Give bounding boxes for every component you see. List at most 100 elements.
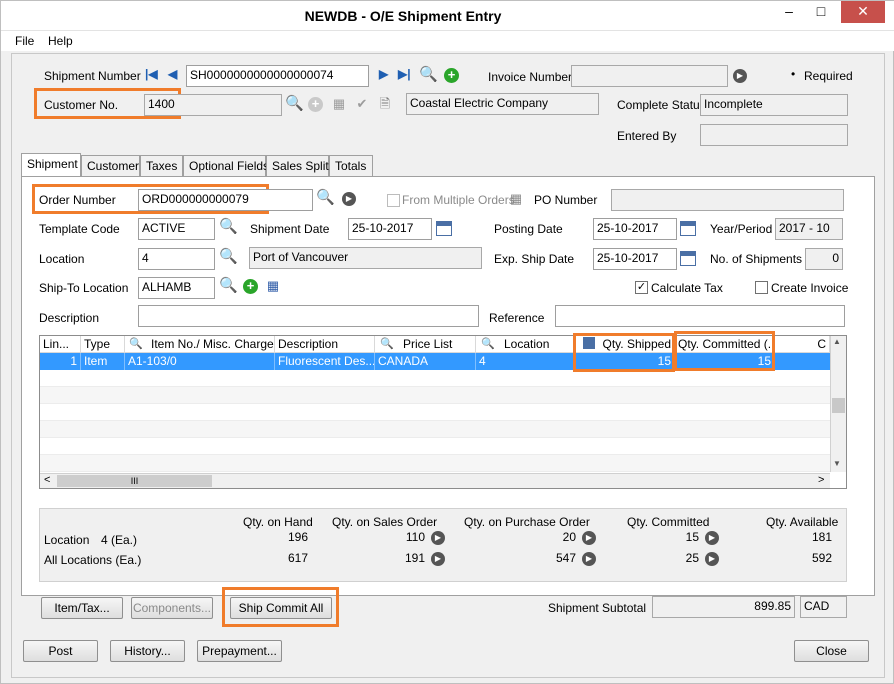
quantity-summary — [39, 508, 847, 582]
create-invoice-checkbox[interactable] — [755, 281, 768, 294]
cell-item: A1-103/0 — [125, 353, 275, 370]
tab-shipment[interactable]: Shipment — [21, 153, 81, 176]
customer-no-field: 1400 — [144, 94, 282, 116]
calendar-icon[interactable] — [436, 221, 452, 236]
document-icon: 🗎 — [379, 96, 391, 111]
posting-date-label: Posting Date — [494, 222, 563, 236]
template-code-input[interactable]: ACTIVE — [138, 218, 215, 240]
horizontal-scrollbar[interactable]: < III > — [40, 473, 830, 488]
application-window: NEWDB - O/E Shipment Entry – □ ✕ File He… — [0, 0, 894, 684]
cell-type: Item — [81, 353, 125, 370]
scroll-down-icon[interactable]: ▼ — [833, 459, 841, 468]
empty-row — [40, 455, 830, 472]
exp-ship-date-input[interactable]: 25-10-2017 — [593, 248, 677, 270]
scroll-thumb[interactable] — [832, 398, 845, 413]
ship-to-location-label: Ship-To Location — [39, 281, 129, 295]
complete-status-field: Incomplete — [700, 94, 848, 116]
year-period-label: Year/Period — [710, 222, 773, 236]
search-icon[interactable]: 🔍 — [316, 190, 335, 206]
calculator-icon: ▦ — [332, 96, 346, 111]
complete-status-label: Complete Status — [617, 98, 706, 112]
add-ship-to-icon[interactable]: + — [243, 279, 258, 294]
location-qty-committed: 15 — [685, 530, 699, 544]
new-shipment-icon[interactable]: + — [444, 68, 459, 83]
tab-totals[interactable]: Totals — [329, 155, 373, 176]
empty-row — [40, 370, 830, 387]
drilldown-icon[interactable]: ▶ — [705, 531, 719, 545]
column-header-description[interactable]: Description — [275, 336, 375, 353]
location-qty-available: 181 — [811, 530, 832, 544]
shipment-date-input[interactable]: 25-10-2017 — [348, 218, 432, 240]
menu-help[interactable]: Help — [48, 34, 73, 48]
calendar-icon[interactable] — [680, 251, 696, 266]
search-icon[interactable]: 🔍 — [219, 219, 238, 235]
history-button[interactable]: History... — [110, 640, 185, 662]
drilldown-icon[interactable]: ▶ — [342, 192, 356, 206]
drilldown-icon[interactable]: ▶ — [582, 531, 596, 545]
location-qty-on-hand: 196 — [287, 530, 308, 544]
tab-customer[interactable]: Customer — [81, 155, 140, 176]
post-button[interactable]: Post — [23, 640, 98, 662]
drilldown-icon[interactable]: ▶ — [705, 552, 719, 566]
order-number-input[interactable]: ORD000000000079 — [138, 189, 313, 211]
last-record-icon[interactable]: ▶| — [398, 67, 411, 81]
qty-committed-highlight-box — [674, 331, 775, 371]
close-window-button[interactable]: ✕ — [841, 1, 885, 23]
tab-taxes[interactable]: Taxes — [140, 155, 183, 176]
vertical-scrollbar[interactable]: ▲ ▼ — [830, 336, 846, 472]
orders-list-icon: ▦ — [509, 191, 523, 206]
column-header-item[interactable]: Item No./ Misc. Charge — [125, 336, 275, 353]
previous-record-icon[interactable]: ◀ — [168, 67, 177, 81]
description-input[interactable] — [138, 305, 479, 327]
column-header-line[interactable]: Lin... — [40, 336, 81, 353]
scroll-left-icon[interactable]: < — [44, 474, 50, 486]
calculate-tax-checkbox[interactable]: ✓ — [635, 281, 648, 294]
ship-to-location-input[interactable]: ALHAMB — [138, 277, 215, 299]
from-multiple-orders-label: From Multiple Orders — [402, 193, 515, 207]
empty-row — [40, 387, 830, 404]
drilldown-icon[interactable]: ▶ — [733, 69, 747, 83]
entered-by-label: Entered By — [617, 129, 677, 143]
drilldown-icon[interactable]: ▶ — [582, 552, 596, 566]
posting-date-input[interactable]: 25-10-2017 — [593, 218, 677, 240]
drilldown-icon[interactable]: ▶ — [431, 552, 445, 566]
scroll-thumb[interactable]: III — [57, 475, 212, 487]
summary-location-label: Location — [44, 533, 90, 547]
cell-price-list: CANADA — [375, 353, 476, 370]
shipment-subtotal-field: 899.85 — [652, 596, 795, 618]
address-icon[interactable]: ▦ — [265, 278, 281, 294]
calendar-icon[interactable] — [680, 221, 696, 236]
prepayment-button[interactable]: Prepayment... — [197, 640, 282, 662]
empty-row — [40, 438, 830, 455]
column-header-type[interactable]: Type — [81, 336, 125, 353]
from-multiple-orders-checkbox — [387, 194, 400, 207]
reference-input[interactable] — [555, 305, 845, 327]
tab-optional-fields[interactable]: Optional Fields — [183, 155, 269, 176]
tab-sales-split[interactable]: Sales Split — [266, 155, 329, 176]
item-tax-button[interactable]: Item/Tax... — [41, 597, 123, 619]
invoice-number-field — [571, 65, 728, 87]
template-code-label: Template Code — [39, 222, 120, 236]
maximize-button[interactable]: □ — [805, 1, 837, 23]
scroll-right-icon[interactable]: > — [818, 474, 824, 486]
search-icon[interactable]: 🔍 — [219, 278, 238, 294]
drilldown-icon[interactable]: ▶ — [431, 531, 445, 545]
scroll-up-icon[interactable]: ▲ — [833, 337, 841, 346]
cell-description: Fluorescent Des... — [275, 353, 375, 370]
menu-file[interactable]: File — [15, 34, 34, 48]
shipment-number-input[interactable]: SH0000000000000000074 — [186, 65, 369, 87]
search-icon[interactable]: 🔍 — [419, 67, 438, 83]
close-button[interactable]: Close — [794, 640, 869, 662]
minimize-button[interactable]: – — [773, 1, 805, 23]
all-qty-available: 592 — [811, 551, 832, 565]
shipment-subtotal-label: Shipment Subtotal — [548, 601, 647, 615]
next-record-icon[interactable]: ▶ — [379, 67, 388, 81]
summary-location-unit: 4 (Ea.) — [101, 533, 138, 547]
order-number-label: Order Number — [39, 193, 116, 207]
search-icon[interactable]: 🔍 — [219, 249, 238, 265]
first-record-icon[interactable]: |◀ — [145, 67, 158, 81]
location-input[interactable]: 4 — [138, 248, 215, 270]
column-header-c[interactable]: C — [775, 336, 830, 353]
required-marker: • — [791, 67, 796, 81]
ship-commit-all-button[interactable]: Ship Commit All — [230, 597, 332, 619]
